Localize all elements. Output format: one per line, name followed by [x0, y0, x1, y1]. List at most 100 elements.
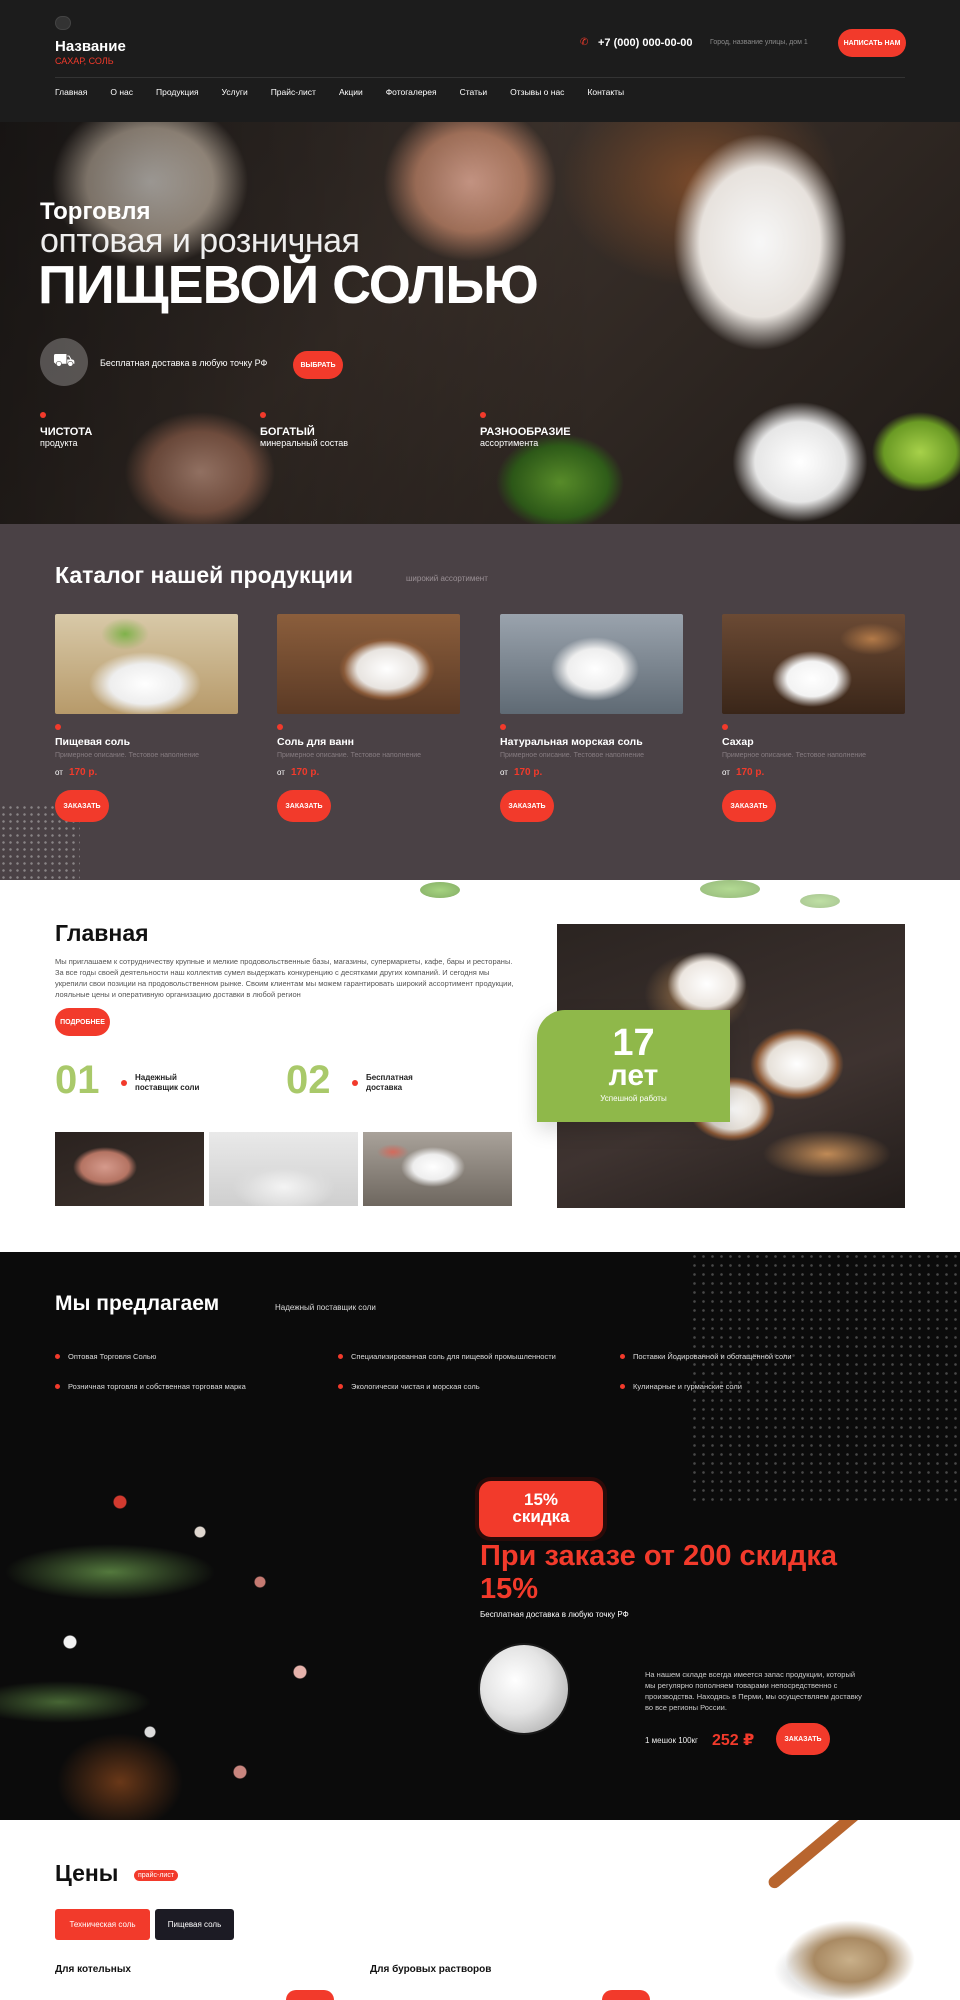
nav-item-pricelist[interactable]: Прайс-лист — [271, 87, 316, 97]
offer-item-label: Кулинарные и гурманские соли — [633, 1382, 742, 1391]
prices-section: Цены прайс-лист Техническая соль Пищевая… — [0, 1820, 960, 2000]
bag-price: 252 ₽ — [712, 1732, 755, 1749]
nav-item-reviews[interactable]: Отзывы о нас — [510, 87, 564, 97]
bullet-dot — [620, 1384, 625, 1389]
leaf-decoration — [700, 880, 760, 898]
logo-subtitle: САХАР, СОЛЬ — [55, 56, 114, 66]
hero-shade — [0, 122, 600, 524]
site-header: Название САХАР, СОЛЬ ✆ +7 (000) 000-00-0… — [0, 0, 960, 122]
nav-item-services[interactable]: Услуги — [222, 87, 248, 97]
phone-number[interactable]: +7 (000) 000-00-00 — [598, 37, 692, 49]
order-button[interactable]: ЗАКАЗАТЬ — [500, 790, 554, 822]
offer-item-label: Поставки Йодированной и обогащённой соли — [633, 1352, 792, 1361]
product-price: от 170 р. — [277, 767, 460, 778]
gallery-thumb[interactable] — [209, 1132, 358, 1206]
about-section: Главная Мы приглашаем к сотрудничеству к… — [0, 880, 960, 1252]
product-image[interactable] — [277, 614, 460, 714]
offer-order-button[interactable]: ЗАКАЗАТЬ — [776, 1723, 830, 1755]
bullet-dot — [55, 1354, 60, 1359]
rosemary-decoration — [0, 1442, 380, 1820]
bullet-dot — [620, 1354, 625, 1359]
product-name[interactable]: Пищевая соль — [55, 736, 238, 748]
order-button[interactable]: ЗАКАЗАТЬ — [277, 790, 331, 822]
order-button[interactable]: ЗАКАЗАТЬ — [722, 790, 776, 822]
price-value: 170 р. — [68, 767, 98, 778]
offer-item-label: Оптовая Торговля Солью — [68, 1352, 157, 1361]
product-image[interactable] — [722, 614, 905, 714]
nav-item-about[interactable]: О нас — [110, 87, 133, 97]
offer-subtitle: Надежный поставщик соли — [275, 1303, 376, 1312]
point-number: 01 — [55, 1058, 100, 1102]
phone-icon: ✆ — [580, 37, 589, 48]
point-dot — [352, 1080, 358, 1086]
product-card: Сахар Примерное описание. Тестовое напол… — [722, 614, 905, 822]
catalog-title: Каталог нашей продукции — [55, 562, 353, 588]
product-image[interactable] — [500, 614, 683, 714]
nav-item-articles[interactable]: Статьи — [460, 87, 488, 97]
product-name[interactable]: Натуральная морская соль — [500, 736, 683, 748]
nav-item-promos[interactable]: Акции — [339, 87, 363, 97]
offer-item: Экологически чистая и морская соль — [338, 1382, 480, 1391]
product-name[interactable]: Сахар — [722, 736, 905, 748]
product-name[interactable]: Соль для ванн — [277, 736, 460, 748]
logo-icon[interactable] — [55, 16, 71, 30]
bullet-dot — [55, 1384, 60, 1389]
hero-section: Торговля оптовая и розничная ПИЩЕВОЙ СОЛ… — [0, 122, 960, 524]
feature-title: ЧИСТОТА — [40, 426, 93, 438]
hero-delivery-text: Бесплатная доставка в любую точку РФ — [100, 358, 268, 368]
product-card: Соль для ванн Примерное описание. Тестов… — [277, 614, 460, 822]
more-button[interactable]: ПОДРОБНЕЕ — [55, 1008, 110, 1036]
order-button[interactable]: ЗАКАЗАТЬ — [55, 790, 109, 822]
product-dot — [500, 724, 506, 730]
feature-minerals: БОГАТЫЙ минеральный состав — [260, 412, 348, 448]
pricelist-badge: прайс-лист — [134, 1870, 179, 1881]
offer-delivery: Бесплатная доставка в любую точку РФ — [480, 1610, 629, 1619]
tab-food-salt[interactable]: Пищевая соль — [155, 1909, 234, 1940]
main-nav: Главная О нас Продукция Услуги Прайс-лис… — [55, 87, 647, 97]
product-price: от 170 р. — [722, 767, 905, 778]
about-text: Мы приглашаем к сотрудничеству крупные и… — [55, 957, 514, 999]
salt-decoration — [690, 1252, 960, 1502]
point-dot — [121, 1080, 127, 1086]
logo-title[interactable]: Название — [55, 38, 126, 55]
catalog-section: Каталог нашей продукции широкий ассортим… — [0, 524, 960, 880]
product-desc: Примерное описание. Тестовое наполнение — [722, 752, 867, 759]
price-button-partial[interactable] — [286, 1990, 334, 2000]
product-dot — [722, 724, 728, 730]
prices-title: Цены — [55, 1860, 119, 1886]
nav-item-products[interactable]: Продукция — [156, 87, 199, 97]
price-column-title: Для буровых растворов — [370, 1964, 492, 1975]
years-word: лет — [608, 1059, 659, 1092]
discount-badge: 15% скидка — [479, 1481, 603, 1537]
product-dot — [277, 724, 283, 730]
offer-text: На нашем складе всегда имеется запас про… — [645, 1670, 862, 1712]
offer-item-label: Экологически чистая и морская соль — [351, 1382, 480, 1391]
price-button-partial[interactable] — [602, 1990, 650, 2000]
feature-sub: продукта — [40, 438, 78, 448]
product-desc: Примерное описание. Тестовое наполнение — [55, 752, 200, 759]
about-title: Главная — [55, 920, 149, 946]
offer-item: Специализированная соль для пищевой пром… — [338, 1352, 556, 1361]
feature-dot — [260, 412, 266, 418]
offer-item: Кулинарные и гурманские соли — [620, 1382, 742, 1391]
write-us-button[interactable]: НАПИСАТЬ НАМ — [838, 29, 906, 57]
product-card: Натуральная морская соль Примерное описа… — [500, 614, 683, 822]
gallery-thumb[interactable] — [55, 1132, 204, 1206]
nav-item-contacts[interactable]: Контакты — [587, 87, 624, 97]
nav-item-gallery[interactable]: Фотогалерея — [386, 87, 437, 97]
offer-item: Розничная торговля и собственная торгова… — [55, 1382, 246, 1391]
phone-link[interactable]: ✆ +7 (000) 000-00-00 — [580, 37, 692, 49]
tab-technical-salt[interactable]: Техническая соль — [55, 1909, 150, 1940]
header-divider — [55, 77, 905, 78]
gallery-thumb[interactable] — [363, 1132, 512, 1206]
product-image[interactable] — [55, 614, 238, 714]
feature-sub: минеральный состав — [260, 438, 349, 448]
years-subtitle: Успешной работы — [600, 1094, 667, 1103]
choose-button[interactable]: ВЫБРАТЬ — [293, 351, 343, 379]
offer-section: Мы предлагаем Надежный поставщик соли Оп… — [0, 1252, 960, 1820]
offer-item: Оптовая Торговля Солью — [55, 1352, 156, 1361]
price-prefix: от — [500, 768, 508, 777]
price-prefix: от — [277, 768, 285, 777]
product-desc: Примерное описание. Тестовое наполнение — [500, 752, 645, 759]
nav-item-home[interactable]: Главная — [55, 87, 87, 97]
